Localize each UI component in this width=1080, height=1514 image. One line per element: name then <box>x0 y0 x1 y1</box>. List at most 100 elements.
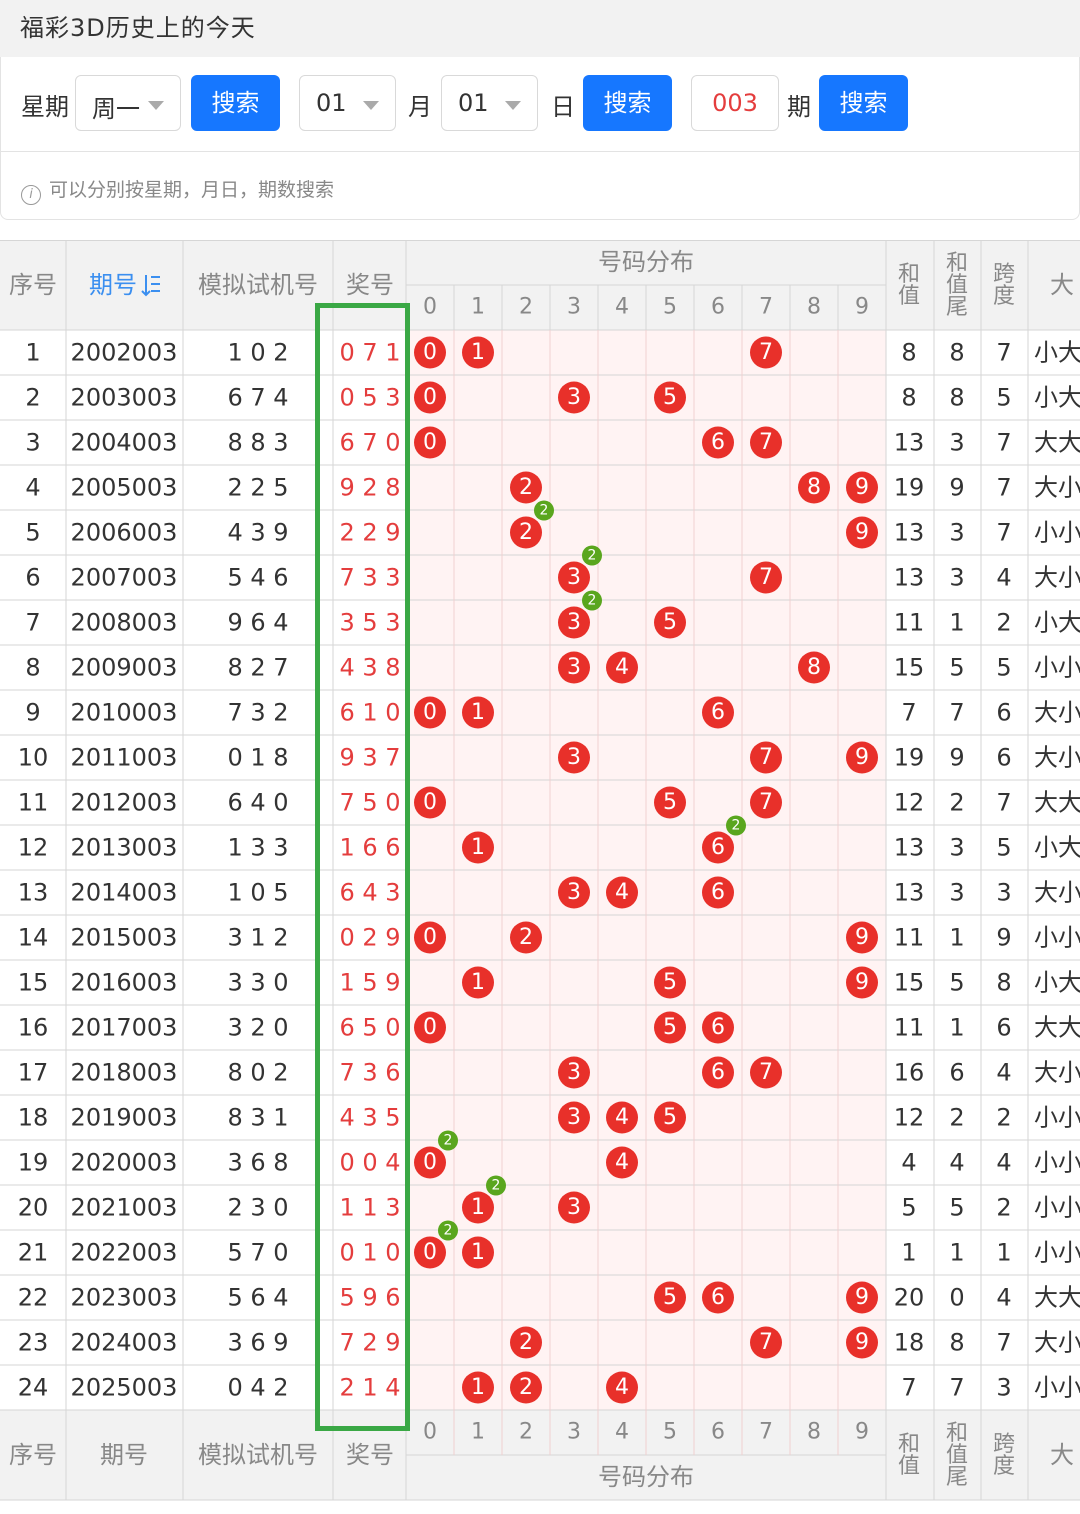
row-seq: 22 <box>18 1284 49 1312</box>
header-digit: 4 <box>615 295 629 320</box>
number-ball-label: 1 <box>471 700 485 725</box>
row-sum: 15 <box>894 654 925 682</box>
header-prize: 奖号 <box>346 271 394 299</box>
row-seq: 18 <box>18 1104 49 1132</box>
row-seq: 7 <box>25 609 40 637</box>
number-ball-label: 4 <box>615 1150 629 1175</box>
row-big-small: 小大 <box>1034 609 1080 637</box>
row-span: 3 <box>996 1374 1011 1402</box>
footer-sum-tail: 和值尾 <box>946 1421 968 1490</box>
row-prize: 9 3 7 <box>339 744 400 772</box>
number-ball-label: 3 <box>567 1060 581 1085</box>
number-ball-label: 3 <box>567 610 581 635</box>
row-sum-tail: 1 <box>949 609 964 637</box>
row-span: 2 <box>996 1104 1011 1132</box>
search-hint: i 可以分别按星期，月日，期数搜索 <box>21 175 334 205</box>
number-ball-label: 2 <box>519 475 533 500</box>
repeat-badge-label: 2 <box>588 593 597 609</box>
number-ball-label: 3 <box>567 565 581 590</box>
row-period: 2019003 <box>71 1104 178 1132</box>
row-big-small: 小大 <box>1034 834 1080 862</box>
repeat-badge-label: 2 <box>444 1223 453 1239</box>
row-seq: 1 <box>25 339 40 367</box>
row-sum-tail: 7 <box>949 1374 964 1402</box>
row-seq: 13 <box>18 879 49 907</box>
number-ball-label: 9 <box>855 1330 869 1355</box>
row-period: 2004003 <box>71 429 178 457</box>
row-span: 5 <box>996 834 1011 862</box>
row-seq: 6 <box>25 564 40 592</box>
divider <box>1 151 1079 152</box>
row-sum: 5 <box>901 1194 916 1222</box>
page-title: 福彩3D历史上的今天 <box>20 14 256 42</box>
row-span: 6 <box>996 699 1011 727</box>
number-ball-label: 0 <box>423 1240 437 1265</box>
row-sum: 13 <box>894 834 925 862</box>
row-sim: 3 6 9 <box>227 1329 288 1357</box>
row-period: 2005003 <box>71 474 178 502</box>
footer-digit: 3 <box>567 1420 581 1445</box>
weekday-select[interactable]: 周一 <box>75 75 181 131</box>
row-prize: 2 2 9 <box>339 519 400 547</box>
row-span: 6 <box>996 1014 1011 1042</box>
number-ball-label: 0 <box>423 700 437 725</box>
number-ball-label: 1 <box>471 1375 485 1400</box>
number-ball-label: 5 <box>663 385 677 410</box>
row-span: 7 <box>996 789 1011 817</box>
number-ball-label: 7 <box>759 1330 773 1355</box>
row-sum: 13 <box>894 519 925 547</box>
info-icon: i <box>21 185 41 205</box>
row-big-small: 大小 <box>1034 1059 1080 1087</box>
row-sum-tail: 0 <box>949 1284 964 1312</box>
row-period: 2007003 <box>71 564 178 592</box>
row-period: 2014003 <box>71 879 178 907</box>
footer-span: 跨度 <box>993 1432 1015 1479</box>
number-ball-label: 6 <box>711 835 725 860</box>
row-span: 5 <box>996 654 1011 682</box>
row-prize: 0 2 9 <box>339 924 400 952</box>
number-ball-label: 3 <box>567 745 581 770</box>
row-prize: 0 1 0 <box>339 1239 400 1267</box>
row-prize: 6 7 0 <box>339 429 400 457</box>
number-ball-label: 7 <box>759 790 773 815</box>
row-span: 2 <box>996 1194 1011 1222</box>
number-ball-label: 2 <box>519 925 533 950</box>
date-search-button[interactable]: 搜索 <box>583 75 672 131</box>
number-ball-label: 5 <box>663 790 677 815</box>
row-period: 2017003 <box>71 1014 178 1042</box>
row-sum-tail: 1 <box>949 1014 964 1042</box>
header-digit: 0 <box>423 295 437 320</box>
row-prize: 1 1 3 <box>339 1194 400 1222</box>
row-sim: 3 1 2 <box>227 924 288 952</box>
row-period: 2018003 <box>71 1059 178 1087</box>
row-span: 7 <box>996 1329 1011 1357</box>
row-period: 2002003 <box>71 339 178 367</box>
row-prize: 4 3 8 <box>339 654 400 682</box>
row-big-small: 小小 <box>1034 1194 1080 1222</box>
header-digit: 6 <box>711 295 725 320</box>
number-ball-label: 9 <box>855 925 869 950</box>
row-sim: 9 6 4 <box>227 609 288 637</box>
repeat-badge-label: 2 <box>732 818 741 834</box>
period-input[interactable]: 003 <box>691 75 779 131</box>
day-select[interactable]: 01 <box>441 75 538 131</box>
row-seq: 5 <box>25 519 40 547</box>
row-big-small: 小小 <box>1034 654 1080 682</box>
number-ball-label: 5 <box>663 1105 677 1130</box>
row-period: 2010003 <box>71 699 178 727</box>
row-sum-tail: 3 <box>949 519 964 547</box>
row-sim: 5 7 0 <box>227 1239 288 1267</box>
row-span: 6 <box>996 744 1011 772</box>
month-value: 01 <box>316 89 347 117</box>
search-row: 星期 周一 搜索 01 月 01 日 搜索 003 期 搜索 <box>1 75 1079 133</box>
row-sim: 3 2 0 <box>227 1014 288 1042</box>
row-big-small: 大小 <box>1034 564 1080 592</box>
row-seq: 8 <box>25 654 40 682</box>
weekday-search-button[interactable]: 搜索 <box>191 75 280 131</box>
row-period: 2003003 <box>71 384 178 412</box>
row-period: 2008003 <box>71 609 178 637</box>
period-search-button[interactable]: 搜索 <box>819 75 908 131</box>
month-select[interactable]: 01 <box>299 75 396 131</box>
row-seq: 15 <box>18 969 49 997</box>
row-sum: 12 <box>894 789 925 817</box>
